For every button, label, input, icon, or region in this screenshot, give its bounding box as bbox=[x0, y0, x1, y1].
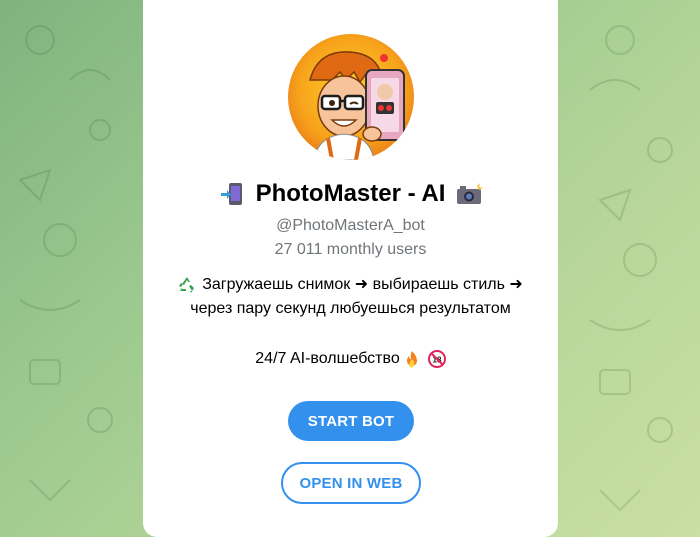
bot-description: Загружаешь снимок ➜ выбираешь стиль ➜ че… bbox=[153, 273, 548, 321]
mobile-phone-arrow-icon bbox=[220, 181, 246, 207]
bot-tagline: 24/7 AI-волшебство bbox=[255, 350, 400, 367]
bot-tagline-row: 24/7 AI-волшебство 18 bbox=[143, 350, 558, 368]
recycle-icon bbox=[178, 276, 196, 294]
open-in-web-button[interactable]: OPEN IN WEB bbox=[281, 462, 421, 504]
start-bot-button[interactable]: START BOT bbox=[288, 401, 414, 441]
fire-icon bbox=[404, 350, 420, 368]
bot-username: @PhotoMasterA_bot bbox=[276, 217, 425, 234]
bot-title: PhotoMaster - AI bbox=[255, 180, 446, 207]
description-line-1: Загружаешь снимок ➜ выбираешь стиль ➜ bbox=[202, 276, 523, 293]
monthly-users-count: 27 011 monthly users bbox=[274, 241, 427, 258]
bot-info-card: PhotoMaster - AI @PhotoMasterA_bot 27 01… bbox=[143, 0, 558, 537]
no-under-18-icon: 18 bbox=[427, 350, 446, 368]
bot-avatar bbox=[288, 34, 414, 160]
description-line-2: через пару секунд любуешься результатом bbox=[190, 300, 511, 317]
bot-title-row: PhotoMaster - AI bbox=[143, 178, 558, 210]
camera-flash-icon bbox=[455, 181, 484, 207]
